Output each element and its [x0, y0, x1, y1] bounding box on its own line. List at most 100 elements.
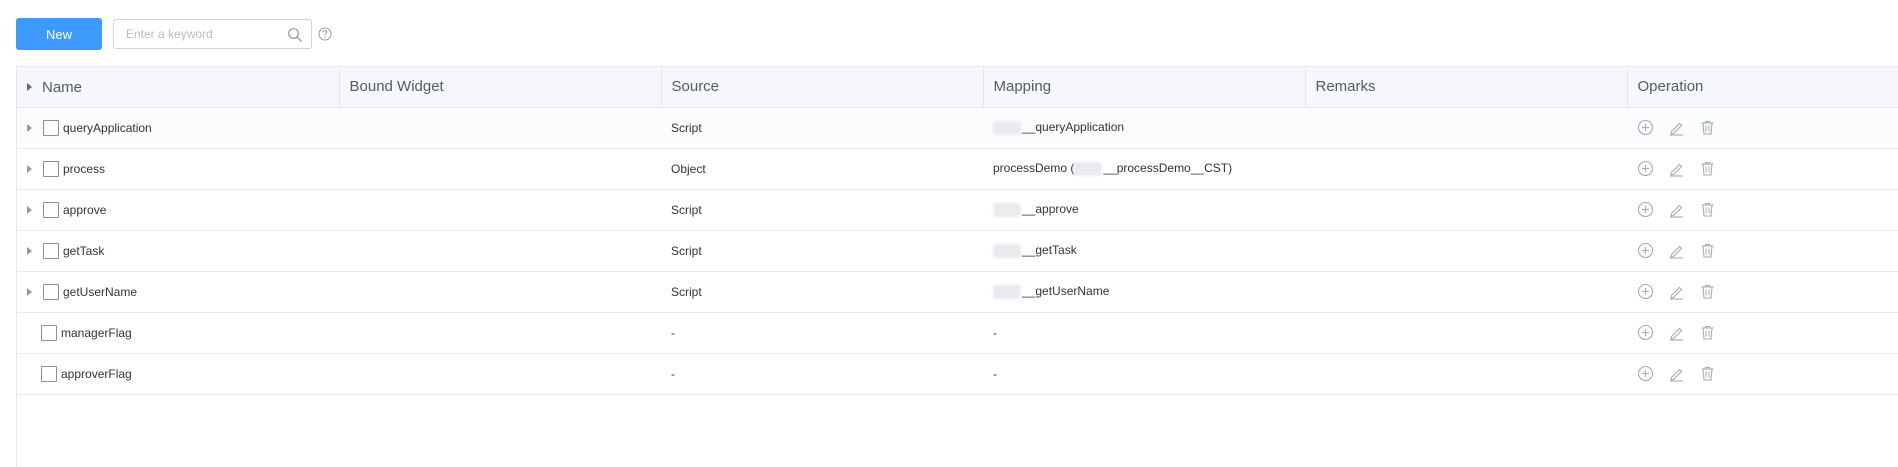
- cell-mapping: __queryApplication: [983, 107, 1305, 148]
- row-checkbox[interactable]: [41, 324, 57, 341]
- cell-mapping: __getTask: [983, 230, 1305, 271]
- caret-right-icon[interactable]: [27, 246, 32, 255]
- caret-right-icon[interactable]: [27, 205, 32, 214]
- add-icon[interactable]: [1637, 160, 1654, 177]
- caret-right-icon[interactable]: [27, 164, 32, 173]
- cell-remarks: [1305, 230, 1627, 271]
- row-name: getTask: [63, 243, 105, 258]
- row-checkbox[interactable]: [43, 242, 59, 259]
- edit-icon[interactable]: [1668, 283, 1685, 300]
- redacted-block: [993, 243, 1021, 258]
- cell-operation: [1627, 271, 1898, 312]
- cell-remarks: [1305, 353, 1627, 394]
- column-header-mapping: Mapping: [983, 67, 1306, 108]
- expand-all-icon[interactable]: [27, 83, 32, 91]
- cell-remarks: [1305, 312, 1627, 353]
- search-input[interactable]: [124, 21, 284, 47]
- mapping-prefix: -: [993, 325, 997, 340]
- search-icon[interactable]: [287, 27, 303, 43]
- row-name: approverFlag: [61, 366, 132, 381]
- mapping-value: __getTask: [1022, 243, 1077, 258]
- mapping-value: __processDemo__CST): [1103, 161, 1233, 176]
- row-name: process: [63, 161, 106, 176]
- cell-mapping: -: [983, 312, 1305, 353]
- caret-right-icon[interactable]: [27, 123, 32, 132]
- cell-bound-widget: [339, 230, 661, 271]
- trash-icon[interactable]: [1699, 160, 1716, 177]
- edit-icon[interactable]: [1668, 365, 1685, 382]
- redacted-block: [993, 284, 1021, 299]
- toolbar: New: [16, 18, 332, 50]
- trash-icon[interactable]: [1699, 242, 1716, 259]
- search-box[interactable]: [113, 19, 312, 49]
- trash-icon[interactable]: [1699, 365, 1716, 382]
- mapping-value: __getUserName: [1022, 284, 1110, 299]
- table-row[interactable]: approverFlag - -: [17, 353, 1898, 394]
- add-icon[interactable]: [1637, 283, 1654, 300]
- cell-name: queryApplication: [17, 107, 339, 148]
- cell-name: process: [17, 148, 339, 189]
- cell-remarks: [1305, 148, 1627, 189]
- table-header-row: Name Bound Widget Source Mapping Remarks…: [17, 67, 1898, 108]
- column-header-bound-widget: Bound Widget: [339, 67, 662, 108]
- trash-icon[interactable]: [1699, 119, 1716, 136]
- row-checkbox[interactable]: [43, 160, 59, 177]
- edit-icon[interactable]: [1668, 119, 1685, 136]
- add-icon[interactable]: [1637, 119, 1654, 136]
- caret-right-icon[interactable]: [27, 287, 32, 296]
- edit-icon[interactable]: [1668, 242, 1685, 259]
- row-name: approve: [63, 202, 107, 217]
- edit-icon[interactable]: [1668, 160, 1685, 177]
- row-name: queryApplication: [63, 120, 152, 135]
- cell-source: Script: [671, 243, 702, 258]
- row-checkbox[interactable]: [43, 283, 59, 300]
- add-icon[interactable]: [1637, 365, 1654, 382]
- redacted-block: [993, 120, 1021, 135]
- edit-icon[interactable]: [1668, 324, 1685, 341]
- cell-name: approve: [17, 189, 339, 230]
- cell-name: getUserName: [17, 271, 339, 312]
- table-row[interactable]: queryApplication Script __queryApplicati…: [17, 107, 1898, 148]
- table-row[interactable]: getUserName Script __getUserName: [17, 271, 1898, 312]
- cell-bound-widget: [339, 271, 661, 312]
- cell-bound-widget: [339, 353, 661, 394]
- add-icon[interactable]: [1637, 201, 1654, 218]
- cell-bound-widget: [339, 107, 661, 148]
- table-row[interactable]: managerFlag - -: [17, 312, 1898, 353]
- cell-operation: [1627, 312, 1898, 353]
- cell-name: approverFlag: [17, 353, 339, 394]
- add-icon[interactable]: [1637, 242, 1654, 259]
- trash-icon[interactable]: [1699, 324, 1716, 341]
- cell-bound-widget: [339, 312, 661, 353]
- table-row[interactable]: approve Script __approve: [17, 189, 1898, 230]
- row-checkbox[interactable]: [43, 119, 59, 136]
- mapping-value: __queryApplication: [1022, 120, 1125, 135]
- cell-remarks: [1305, 271, 1627, 312]
- data-table: Name Bound Widget Source Mapping Remarks…: [16, 66, 1898, 467]
- add-icon[interactable]: [1637, 324, 1654, 341]
- cell-mapping: processDemo (__processDemo__CST): [983, 148, 1305, 189]
- row-checkbox[interactable]: [43, 201, 59, 218]
- cell-bound-widget: [339, 189, 661, 230]
- cell-operation: [1627, 148, 1898, 189]
- cell-mapping: __getUserName: [983, 271, 1305, 312]
- table-row[interactable]: getTask Script __getTask: [17, 230, 1898, 271]
- cell-mapping: -: [983, 353, 1305, 394]
- cell-operation: [1627, 107, 1898, 148]
- row-name: getUserName: [63, 284, 138, 299]
- cell-operation: [1627, 189, 1898, 230]
- cell-name: managerFlag: [17, 312, 339, 353]
- table-row[interactable]: process Object processDemo (__processDem…: [17, 148, 1898, 189]
- column-header-remarks: Remarks: [1305, 67, 1628, 108]
- column-header-name[interactable]: Name: [17, 67, 340, 108]
- row-checkbox[interactable]: [41, 365, 57, 382]
- cell-operation: [1627, 230, 1898, 271]
- trash-icon[interactable]: [1699, 283, 1716, 300]
- cell-remarks: [1305, 107, 1627, 148]
- edit-icon[interactable]: [1668, 201, 1685, 218]
- help-icon[interactable]: [318, 27, 332, 41]
- redacted-block: [1074, 161, 1103, 176]
- trash-icon[interactable]: [1699, 201, 1716, 218]
- cell-source: Object: [671, 161, 706, 176]
- new-button[interactable]: New: [16, 18, 102, 50]
